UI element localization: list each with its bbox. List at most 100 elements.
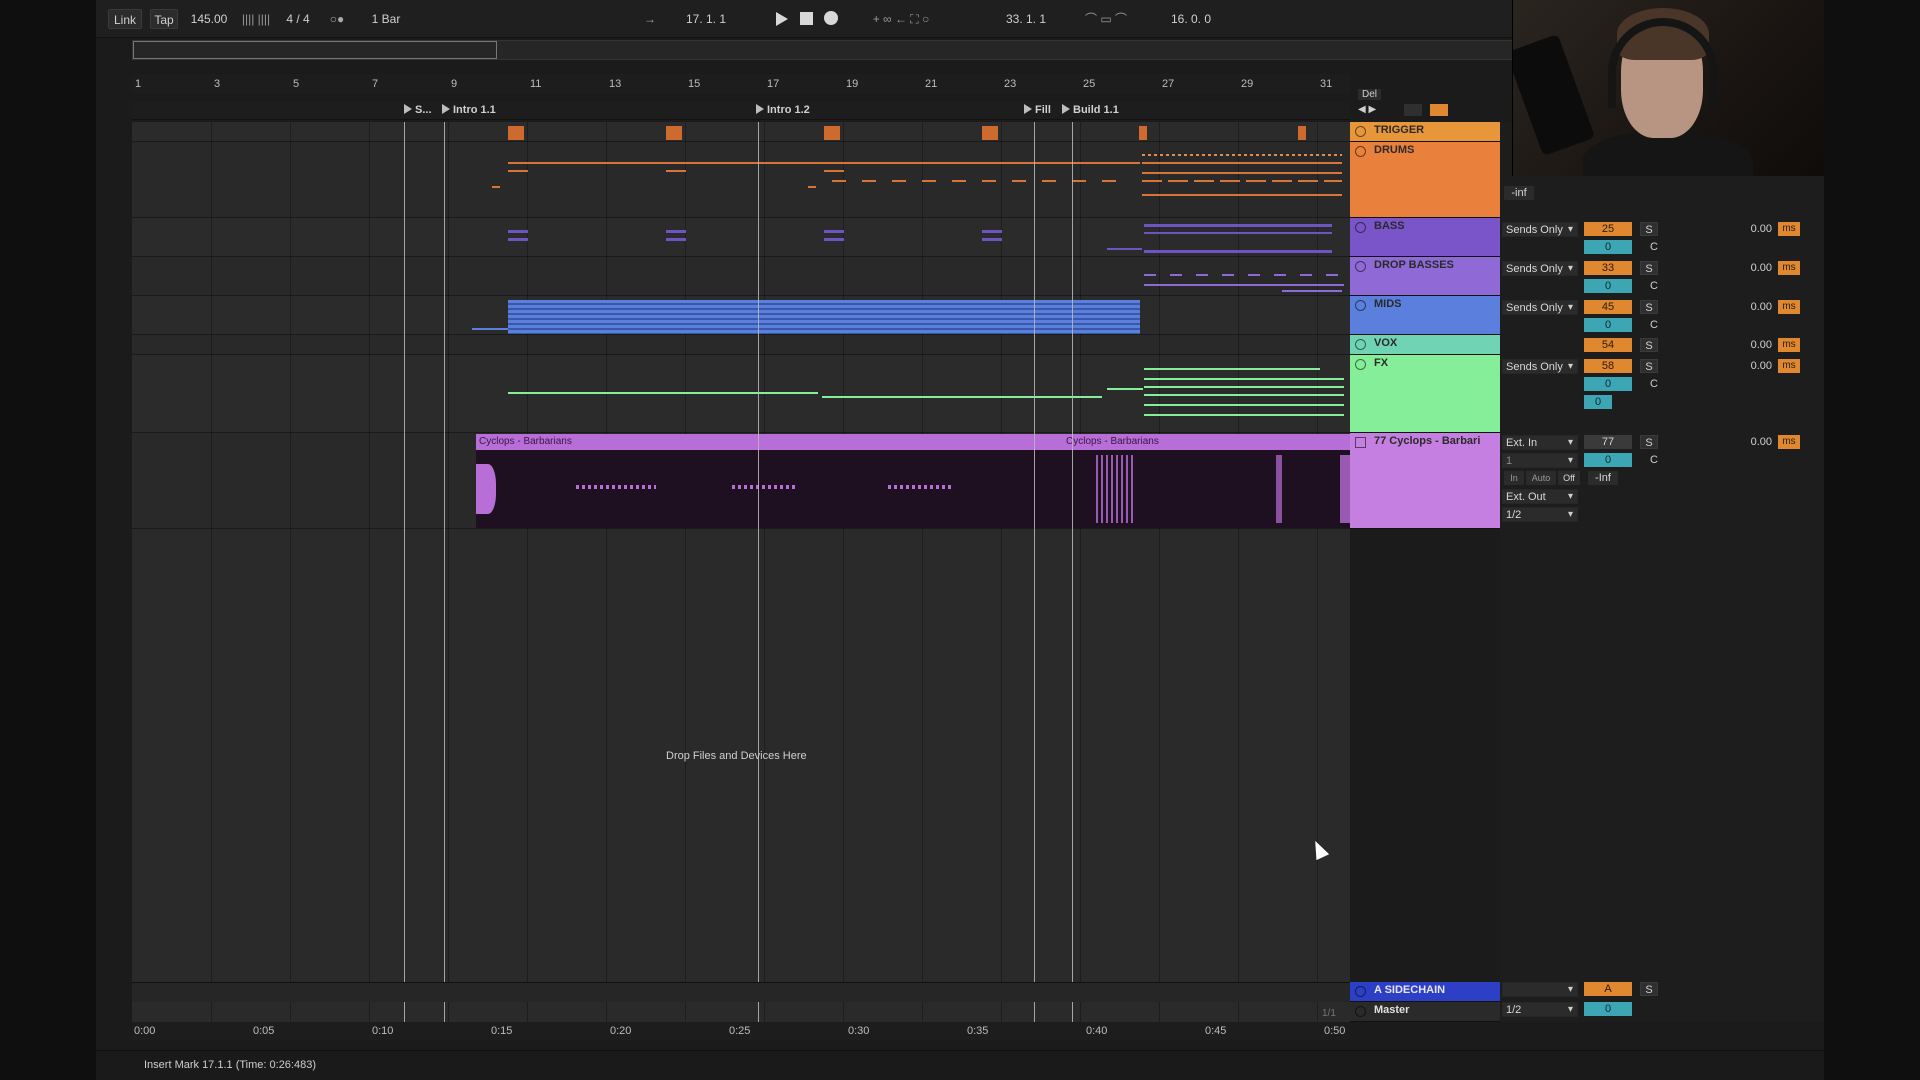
monitor-in-button[interactable]: In — [1504, 471, 1524, 485]
master-output-select[interactable]: 1/2 — [1502, 1002, 1578, 1017]
vox-solo-button[interactable]: S — [1640, 338, 1658, 352]
drop-basses-delay-unit[interactable]: ms — [1778, 261, 1800, 275]
return-track-lane[interactable] — [132, 982, 1350, 1002]
track-fold-icon[interactable] — [1355, 261, 1366, 272]
locator-s[interactable]: S... — [404, 104, 432, 116]
track-header-fx[interactable]: FX — [1350, 355, 1500, 433]
locator-intro-1-2[interactable]: Intro 1.2 — [756, 104, 810, 116]
drop-basses-solo-button[interactable]: S — [1640, 261, 1658, 275]
overview-viewport[interactable] — [133, 41, 497, 59]
play-icon[interactable] — [776, 12, 788, 26]
audio-input-select[interactable]: Ext. In — [1502, 435, 1578, 450]
song-position-field[interactable]: 17. 1. 1 — [666, 9, 746, 29]
monitor-auto-button[interactable]: Auto — [1526, 471, 1556, 485]
expand-icon[interactable] — [1404, 104, 1422, 116]
track-header-sidechain[interactable]: A SIDECHAIN — [1350, 982, 1500, 1002]
audio-clip[interactable]: Cyclops - Barbarians Cyclops - Barbarian… — [476, 434, 1350, 528]
locator-fill[interactable]: Fill — [1024, 104, 1051, 116]
locator-intro-1-1[interactable]: Intro 1.1 — [442, 104, 496, 116]
master-pan[interactable]: 0 — [1584, 1002, 1632, 1016]
bar-ruler[interactable]: 1 3 5 7 9 11 13 15 17 19 21 23 25 27 29 … — [132, 74, 1350, 94]
metronome-icon[interactable]: ○● — [322, 9, 352, 29]
vox-volume[interactable]: 54 — [1584, 338, 1632, 352]
audio-clip-header[interactable]: Cyclops - Barbarians Cyclops - Barbarian… — [476, 434, 1350, 450]
time-ruler[interactable]: 0:00 0:05 0:10 0:15 0:20 0:25 0:30 0:35 … — [132, 1022, 1350, 1040]
automation-tools-icons[interactable]: + ∞ ← ⛶ ○ — [856, 9, 946, 29]
mids-pan[interactable]: 0 — [1584, 318, 1632, 332]
lane-drop-basses[interactable] — [132, 257, 1350, 296]
loop-toggle-icon[interactable]: ⌒ ▭ ⌒ — [1076, 9, 1136, 29]
track-header-vox[interactable]: VOX — [1350, 335, 1500, 355]
tap-tempo-button[interactable]: Tap — [150, 9, 178, 29]
delete-locator-button[interactable]: Del — [1358, 89, 1382, 100]
drop-basses-routing-select[interactable]: Sends Only — [1502, 261, 1578, 276]
vox-delay[interactable]: 0.00 — [1732, 338, 1772, 352]
trigger-clip[interactable] — [1139, 126, 1147, 140]
loop-start-field[interactable]: 33. 1. 1 — [986, 9, 1066, 29]
trigger-clip[interactable] — [666, 126, 682, 140]
fx-delay[interactable]: 0.00 — [1732, 359, 1772, 373]
sidechain-routing-select[interactable] — [1502, 982, 1578, 997]
track-fold-icon[interactable] — [1355, 339, 1366, 350]
link-button[interactable]: Link — [108, 9, 142, 29]
record-icon[interactable] — [824, 11, 838, 25]
audio-delay[interactable]: 0.00 — [1732, 435, 1772, 449]
audio-volume[interactable]: 77 — [1584, 435, 1632, 449]
lane-trigger[interactable] — [132, 122, 1350, 142]
track-header-trigger[interactable]: TRIGGER — [1350, 122, 1500, 142]
audio-input-channel-select[interactable]: 1 — [1502, 453, 1578, 468]
drop-basses-delay[interactable]: 0.00 — [1732, 261, 1772, 275]
lock-icon[interactable] — [1430, 104, 1448, 116]
mids-solo-button[interactable]: S — [1640, 300, 1658, 314]
track-header-master[interactable]: Master — [1350, 1002, 1500, 1022]
track-header-bass[interactable]: BASS — [1350, 218, 1500, 257]
drop-basses-volume[interactable]: 33 — [1584, 261, 1632, 275]
track-fold-icon[interactable] — [1355, 126, 1366, 137]
track-header-audio[interactable]: 77 Cyclops - Barbari — [1350, 433, 1500, 529]
follow-icon[interactable]: → — [640, 9, 660, 29]
mids-delay[interactable]: 0.00 — [1732, 300, 1772, 314]
trigger-clip[interactable] — [508, 126, 524, 140]
bass-pan[interactable]: 0 — [1584, 240, 1632, 254]
track-play-icon[interactable] — [1355, 437, 1366, 448]
fx-volume[interactable]: 58 — [1584, 359, 1632, 373]
track-header-mids[interactable]: MIDS — [1350, 296, 1500, 335]
track-fold-icon[interactable] — [1355, 146, 1366, 157]
lane-vox[interactable] — [132, 335, 1350, 355]
bass-routing-select[interactable]: Sends Only — [1502, 222, 1578, 237]
monitor-off-button[interactable]: Off — [1558, 471, 1580, 485]
vox-delay-unit[interactable]: ms — [1778, 338, 1800, 352]
drop-basses-pan-center[interactable]: C — [1640, 279, 1668, 293]
bass-volume[interactable]: 25 — [1584, 222, 1632, 236]
audio-pan-center[interactable]: C — [1640, 453, 1668, 467]
locator-row[interactable]: S... Intro 1.1 Intro 1.2 Fill Build 1.1 — [132, 102, 1350, 120]
bass-pan-center[interactable]: C — [1640, 240, 1668, 254]
mids-pan-center[interactable]: C — [1640, 318, 1668, 332]
fx-pan-center[interactable]: C — [1640, 377, 1668, 391]
arrangement-view[interactable]: Cyclops - Barbarians Cyclops - Barbarian… — [132, 122, 1350, 1022]
arrangement-overview[interactable] — [132, 40, 1572, 60]
locator-nav-icons[interactable]: ◀ ▶ — [1358, 104, 1376, 115]
loop-length-field[interactable]: 16. 0. 0 — [1156, 9, 1226, 29]
stop-icon[interactable] — [800, 12, 813, 25]
mids-delay-unit[interactable]: ms — [1778, 300, 1800, 314]
trigger-clip[interactable] — [982, 126, 998, 140]
fx-send[interactable]: 0 — [1584, 395, 1612, 409]
fx-delay-unit[interactable]: ms — [1778, 359, 1800, 373]
track-fold-icon[interactable] — [1355, 222, 1366, 233]
nudge-icon[interactable]: |||| |||| — [236, 9, 276, 29]
fx-solo-button[interactable]: S — [1640, 359, 1658, 373]
audio-output-select[interactable]: Ext. Out — [1502, 489, 1578, 504]
track-fold-icon[interactable] — [1355, 300, 1366, 311]
bass-solo-button[interactable]: S — [1640, 222, 1658, 236]
mids-routing-select[interactable]: Sends Only — [1502, 300, 1578, 315]
mids-volume[interactable]: 45 — [1584, 300, 1632, 314]
mids-clip[interactable] — [508, 300, 1140, 334]
track-play-icon[interactable] — [1355, 986, 1366, 997]
drop-basses-pan[interactable]: 0 — [1584, 279, 1632, 293]
track-header-drop-basses[interactable]: DROP BASSES — [1350, 257, 1500, 296]
trigger-clip[interactable] — [1298, 126, 1306, 140]
locator-build-1-1[interactable]: Build 1.1 — [1062, 104, 1119, 116]
time-signature-field[interactable]: 4 / 4 — [278, 9, 318, 29]
fx-pan[interactable]: 0 — [1584, 377, 1632, 391]
